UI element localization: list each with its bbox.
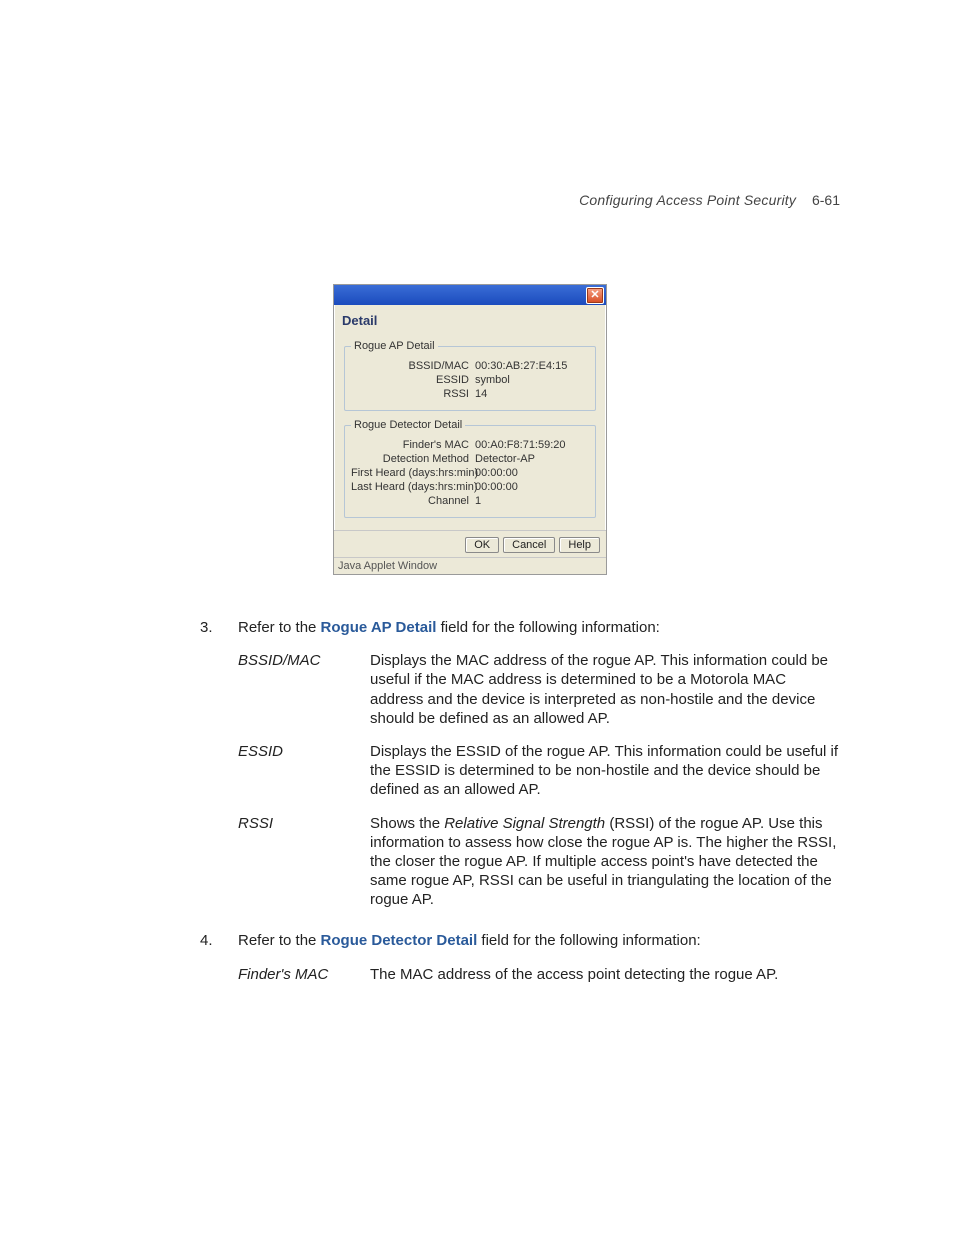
step-3-pre: Refer to the [238,619,321,636]
definitions-rogue-detector: Finder's MAC The MAC address of the acce… [238,965,840,984]
def-finders-mac: Finder's MAC The MAC address of the acce… [238,965,840,984]
def-bssid-mac-term: BSSID/MAC [238,651,370,728]
rogue-detector-detail-group: Rogue Detector Detail Finder's MAC 00:A0… [344,419,596,518]
step-4: 4. Refer to the Rogue Detector Detail fi… [200,931,840,950]
def-essid: ESSID Displays the ESSID of the rogue AP… [238,742,840,800]
first-heard-value: 00:00:00 [475,467,589,479]
step-3-text: Refer to the Rogue AP Detail field for t… [238,618,840,637]
close-button[interactable]: ✕ [586,287,604,304]
running-header: Configuring Access Point Security 6-61 [579,192,840,208]
def-finders-mac-term: Finder's MAC [238,965,370,984]
first-heard-label: First Heard (days:hrs:min) [351,467,475,479]
finders-mac-label: Finder's MAC [351,439,475,451]
bssid-mac-value: 00:30:AB:27:E4:15 [475,360,589,372]
dialog-button-row: OK Cancel Help [334,530,606,557]
page-number: 6-61 [812,192,840,208]
detail-dialog: ✕ Detail Rogue AP Detail BSSID/MAC 00:30… [333,284,607,575]
last-heard-label: Last Heard (days:hrs:min) [351,481,475,493]
dialog-heading: Detail [340,309,600,336]
definitions-rogue-ap: BSSID/MAC Displays the MAC address of th… [238,651,840,909]
finders-mac-value: 00:A0:F8:71:59:20 [475,439,589,451]
page-content: 3. Refer to the Rogue AP Detail field fo… [200,618,840,1006]
def-essid-term: ESSID [238,742,370,800]
def-rssi-desc-em: Relative Signal Strength [444,815,605,832]
step-4-pre: Refer to the [238,932,321,949]
help-button[interactable]: Help [559,537,600,553]
step-3-post: field for the following information: [436,619,659,636]
close-icon: ✕ [590,290,599,301]
detection-method-label: Detection Method [351,453,475,465]
step-3-number: 3. [200,618,238,637]
rssi-value: 14 [475,388,589,400]
channel-label: Channel [351,495,475,507]
channel-value: 1 [475,495,589,507]
def-rssi: RSSI Shows the Relative Signal Strength … [238,814,840,910]
rogue-ap-detail-legend: Rogue AP Detail [351,340,438,352]
step-3: 3. Refer to the Rogue AP Detail field fo… [200,618,840,637]
rogue-ap-detail-group: Rogue AP Detail BSSID/MAC 00:30:AB:27:E4… [344,340,596,411]
dialog-titlebar: ✕ [334,285,606,305]
def-bssid-mac: BSSID/MAC Displays the MAC address of th… [238,651,840,728]
rogue-detector-detail-legend: Rogue Detector Detail [351,419,465,431]
step-4-post: field for the following information: [477,932,700,949]
essid-label: ESSID [351,374,475,386]
cancel-button[interactable]: Cancel [503,537,555,553]
def-rssi-desc: Shows the Relative Signal Strength (RSSI… [370,814,840,910]
last-heard-value: 00:00:00 [475,481,589,493]
def-rssi-desc-pre: Shows the [370,815,444,832]
def-finders-mac-desc: The MAC address of the access point dete… [370,965,840,984]
detection-method-value: Detector-AP [475,453,589,465]
def-rssi-term: RSSI [238,814,370,910]
rssi-label: RSSI [351,388,475,400]
def-bssid-mac-desc: Displays the MAC address of the rogue AP… [370,651,840,728]
step-3-bold: Rogue AP Detail [321,619,437,636]
step-4-text: Refer to the Rogue Detector Detail field… [238,931,840,950]
bssid-mac-label: BSSID/MAC [351,360,475,372]
header-title: Configuring Access Point Security [579,192,796,208]
step-4-number: 4. [200,931,238,950]
ok-button[interactable]: OK [465,537,499,553]
essid-value: symbol [475,374,589,386]
step-4-bold: Rogue Detector Detail [321,932,478,949]
dialog-statusbar: Java Applet Window [334,557,606,574]
def-essid-desc: Displays the ESSID of the rogue AP. This… [370,742,840,800]
